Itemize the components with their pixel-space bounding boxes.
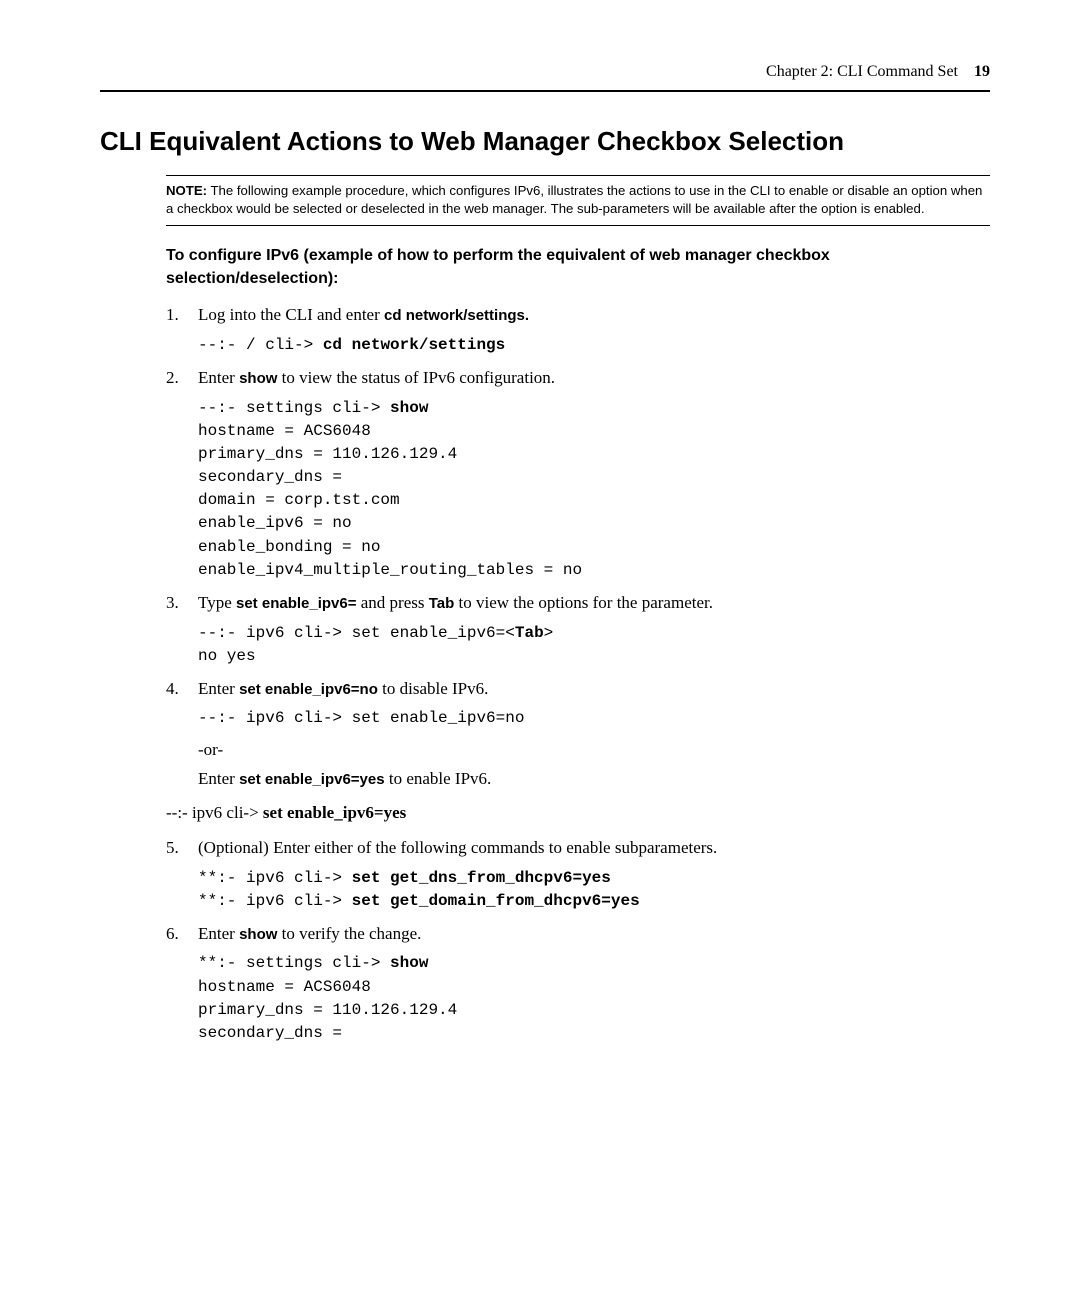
step-3: 3. Type set enable_ipv6= and press Tab t… (166, 590, 990, 668)
step-body: Enter set enable_ipv6=no to disable IPv6… (198, 676, 990, 702)
step-body: (Optional) Enter either of the following… (198, 835, 990, 861)
steps-list-cont: 5. (Optional) Enter either of the follow… (166, 835, 990, 1045)
page-number: 19 (974, 63, 990, 80)
step-1: 1. Log into the CLI and enter cd network… (166, 302, 990, 357)
step-body: Type set enable_ipv6= and press Tab to v… (198, 590, 990, 616)
code-block: **:- ipv6 cli-> set get_dns_from_dhcpv6=… (198, 867, 990, 913)
section-title: CLI Equivalent Actions to Web Manager Ch… (100, 122, 990, 161)
step-body: Log into the CLI and enter cd network/se… (198, 302, 990, 328)
code-block: **:- settings cli-> show hostname = ACS6… (198, 952, 990, 1045)
or-line: -or- (198, 737, 990, 763)
steps-list: 1. Log into the CLI and enter cd network… (166, 302, 990, 791)
note-text: The following example procedure, which c… (166, 183, 982, 216)
inline-command: --:- ipv6 cli-> set enable_ipv6=yes (166, 800, 990, 826)
step-body: Enter show to view the status of IPv6 co… (198, 365, 990, 391)
step-number: 1. (166, 302, 198, 328)
step-body: Enter show to verify the change. (198, 921, 990, 947)
procedure-heading: To configure IPv6 (example of how to per… (166, 244, 990, 290)
step-5: 5. (Optional) Enter either of the follow… (166, 835, 990, 913)
running-header: Chapter 2: CLI Command Set 19 (100, 60, 990, 84)
step-2: 2. Enter show to view the status of IPv6… (166, 365, 990, 582)
step-number: 4. (166, 676, 198, 702)
step-4: 4. Enter set enable_ipv6=no to disable I… (166, 676, 990, 792)
step-number: 2. (166, 365, 198, 391)
step-number: 3. (166, 590, 198, 616)
code-block: --:- / cli-> cd network/settings (198, 334, 990, 357)
chapter-label: Chapter 2: CLI Command Set (766, 63, 958, 80)
note-label: NOTE: (166, 183, 207, 198)
code-block: --:- ipv6 cli-> set enable_ipv6=<Tab> no… (198, 622, 990, 668)
step-number: 5. (166, 835, 198, 861)
header-rule (100, 90, 990, 92)
code-block: --:- ipv6 cli-> set enable_ipv6=no (198, 707, 990, 730)
step-body-alt: Enter set enable_ipv6=yes to enable IPv6… (198, 766, 990, 792)
step-6: 6. Enter show to verify the change. **:-… (166, 921, 990, 1045)
code-block: --:- settings cli-> show hostname = ACS6… (198, 397, 990, 583)
note-block: NOTE: The following example procedure, w… (166, 175, 990, 226)
step-number: 6. (166, 921, 198, 947)
